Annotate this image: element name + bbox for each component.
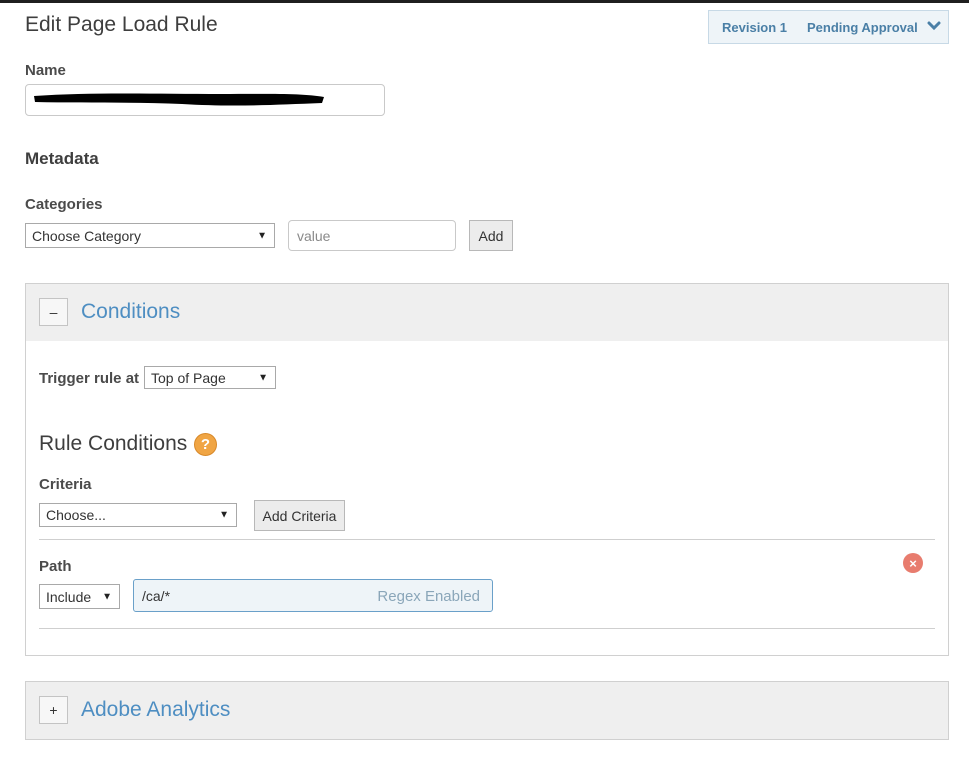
collapse-conditions-button[interactable]: – — [39, 298, 68, 326]
revision-dropdown[interactable]: Revision 1 Pending Approval — [708, 10, 949, 44]
analytics-panel-header: + Adobe Analytics — [26, 682, 948, 739]
dropdown-arrow-icon: ▼ — [102, 591, 112, 602]
dropdown-arrow-icon: ▼ — [257, 230, 267, 241]
regex-enabled-hint: Regex Enabled — [377, 588, 480, 605]
include-select-value: Include — [46, 588, 92, 605]
criteria-select-value: Choose... — [46, 507, 106, 523]
dropdown-arrow-icon: ▼ — [219, 509, 229, 521]
dropdown-arrow-icon: ▼ — [258, 372, 268, 383]
trigger-select[interactable]: Top of Page ▼ — [144, 366, 276, 389]
include-select[interactable]: Include ▼ — [39, 584, 120, 609]
rule-conditions-title: Rule Conditions — [39, 432, 188, 455]
path-value: /ca/* — [142, 588, 171, 604]
metadata-heading: Metadata — [25, 149, 99, 168]
path-regex-input[interactable]: /ca/* Regex Enabled — [133, 579, 493, 612]
remove-condition-icon[interactable]: × — [903, 553, 923, 573]
divider — [39, 628, 935, 629]
divider — [39, 539, 935, 540]
category-select-value: Choose Category — [32, 227, 141, 244]
path-label: Path — [39, 558, 72, 575]
analytics-panel: + Adobe Analytics — [25, 681, 949, 740]
category-select[interactable]: Choose Category ▼ — [25, 223, 275, 248]
trigger-select-value: Top of Page — [151, 369, 226, 386]
category-value-placeholder: value — [297, 227, 331, 244]
revision-label: Revision 1 — [722, 20, 788, 35]
categories-label: Categories — [25, 196, 103, 213]
name-label: Name — [25, 62, 66, 79]
status-label: Pending Approval — [807, 20, 918, 35]
help-icon[interactable]: ? — [194, 433, 217, 456]
top-bar — [0, 0, 969, 3]
analytics-title[interactable]: Adobe Analytics — [81, 698, 230, 722]
conditions-title[interactable]: Conditions — [81, 300, 180, 324]
trigger-rule-label: Trigger rule at — [39, 370, 140, 387]
add-category-button[interactable]: Add — [469, 220, 513, 251]
criteria-label: Criteria — [39, 476, 92, 493]
redacted-name-value — [34, 93, 324, 106]
chevron-down-icon[interactable] — [927, 19, 941, 33]
criteria-select[interactable]: Choose... ▼ — [39, 503, 237, 527]
category-value-input[interactable]: value — [288, 220, 456, 251]
page-title: Edit Page Load Rule — [25, 13, 218, 36]
expand-analytics-button[interactable]: + — [39, 696, 68, 724]
add-criteria-button[interactable]: Add Criteria — [254, 500, 345, 531]
conditions-panel-header: – Conditions — [26, 284, 948, 341]
